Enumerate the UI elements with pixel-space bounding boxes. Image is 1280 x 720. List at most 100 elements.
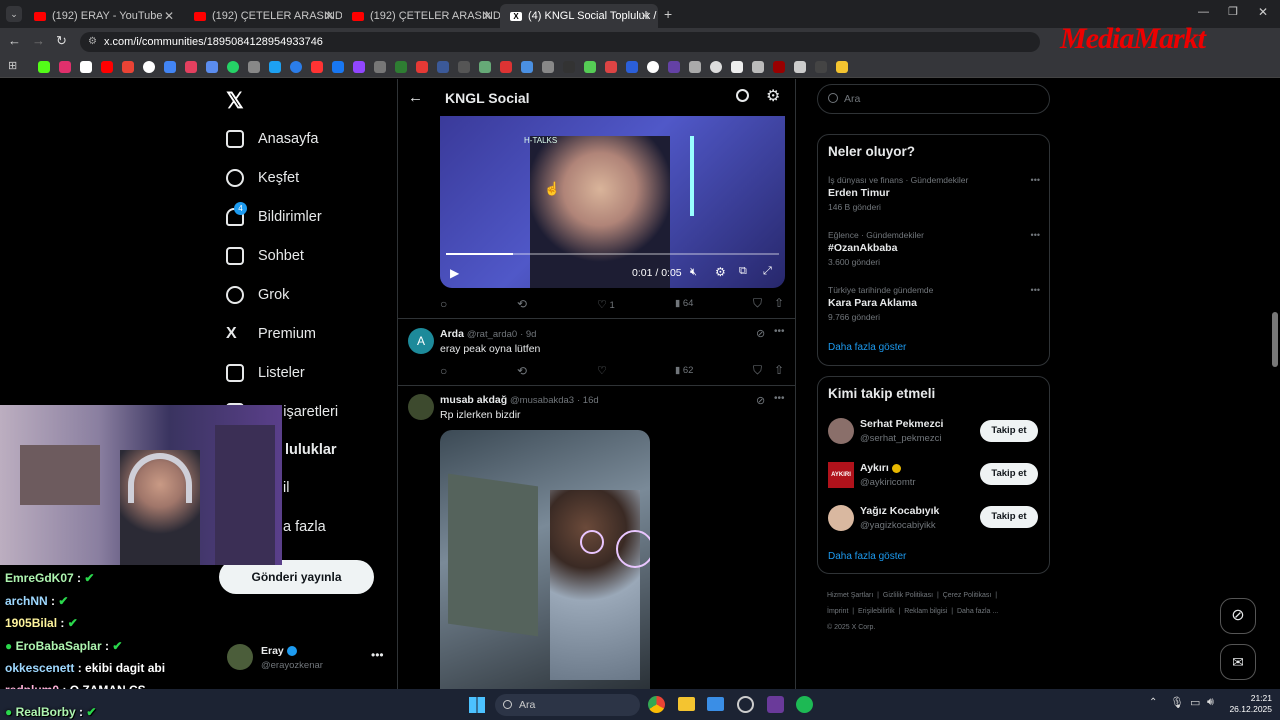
bookmark-icon[interactable] <box>437 61 449 73</box>
author-name[interactable]: musab akdağ <box>440 394 507 406</box>
bookmark-icon[interactable] <box>101 61 113 73</box>
nav-more[interactable]: a fazla <box>283 519 326 535</box>
bookmark-icon[interactable] <box>815 61 827 73</box>
app-icon[interactable] <box>767 696 784 713</box>
close-icon[interactable]: ✕ <box>324 9 334 23</box>
more-icon[interactable]: ••• <box>1031 285 1040 295</box>
back-icon[interactable]: ← <box>408 89 423 106</box>
new-tab-button[interactable]: + <box>664 6 672 22</box>
trend-item[interactable]: Eğlence · Gündemdekiler #OzanAkbaba 3.60… <box>828 230 1040 267</box>
bookmark-icon[interactable] <box>626 61 638 73</box>
show-more-link[interactable]: Daha fazla göster <box>828 551 906 562</box>
more-icon[interactable]: ••• <box>774 393 785 404</box>
post-musab[interactable]: musab akdağ @musabakda3 · 16d Rp izlerke… <box>398 386 796 689</box>
bookmark-icon[interactable] <box>731 61 743 73</box>
views-button[interactable]: ▮ 64 <box>675 298 693 309</box>
bookmark-icon[interactable] <box>227 61 239 73</box>
bookmark-icon[interactable] <box>605 61 617 73</box>
bookmark-icon[interactable] <box>290 61 302 73</box>
apps-icon[interactable]: ⊞ <box>8 59 17 72</box>
trend-item[interactable]: İş dünyası ve finans · Gündemdekiler Erd… <box>828 175 1040 212</box>
bookmark-icon[interactable] <box>374 61 386 73</box>
bookmark-icon[interactable] <box>311 61 323 73</box>
tab-eray-youtube[interactable]: (192) ERAY - YouTube ✕ <box>24 4 182 28</box>
chrome-icon[interactable] <box>648 696 665 713</box>
more-icon[interactable]: ••• <box>371 648 384 662</box>
footer-link[interactable]: Gizlilik Politikası <box>883 592 933 599</box>
post-arda[interactable]: A Arda @rat_arda0 · 9d eray peak oyna lü… <box>398 319 796 385</box>
tray-chevron-icon[interactable]: ⌃ <box>1149 697 1157 708</box>
nav-grok[interactable]: Grok <box>226 286 289 304</box>
repost-icon[interactable]: ⟲ <box>517 364 527 378</box>
bookmark-icon[interactable] <box>416 61 428 73</box>
show-more-link[interactable]: Daha fazla göster <box>828 342 906 353</box>
close-icon[interactable]: ✕ <box>640 9 650 23</box>
video-player[interactable]: H-TALKS ▶ 0:01 / 0:05 🔇︎ ⚙ ⧉ ⤢ <box>440 116 785 288</box>
follow-button[interactable]: Takip et <box>980 420 1038 442</box>
bookmark-icon[interactable] <box>38 61 50 73</box>
close-icon[interactable]: ✕ <box>482 9 492 23</box>
reply-icon[interactable]: ○ <box>440 364 447 378</box>
gear-icon[interactable]: ⚙ <box>766 86 780 106</box>
bookmark-icon[interactable] <box>80 61 92 73</box>
bookmark-icon[interactable] <box>689 61 701 73</box>
reply-icon[interactable]: ○ <box>440 297 447 311</box>
footer-link[interactable]: İmprint <box>827 608 848 615</box>
account-switcher[interactable]: Eray @erayozkenar ••• <box>227 644 387 674</box>
tab-ceteler-1[interactable]: (192) ÇETELER ARASINDA GERG ✕ <box>184 4 342 28</box>
footer-link[interactable]: Reklam bilgisi <box>904 608 947 615</box>
grok-icon[interactable]: ⊘ <box>756 394 765 407</box>
author-handle[interactable]: @musabakda3 <box>510 395 574 406</box>
share-icon[interactable]: ⇧ <box>774 296 784 310</box>
share-icon[interactable]: ⇧ <box>774 363 784 377</box>
follow-name[interactable]: Serhat Pekmezci <box>860 418 943 430</box>
avatar[interactable] <box>828 418 854 444</box>
avatar[interactable]: AYKIRI <box>828 462 854 488</box>
bookmark-icon[interactable] <box>269 61 281 73</box>
video-progress-track[interactable] <box>446 253 779 255</box>
more-icon[interactable]: ••• <box>774 326 785 337</box>
bookmark-icon[interactable] <box>668 61 680 73</box>
more-icon[interactable]: ••• <box>1031 175 1040 185</box>
photos-icon[interactable] <box>707 697 724 711</box>
nav-lists[interactable]: Listeler <box>226 364 305 382</box>
repost-icon[interactable]: ⟲ <box>517 297 527 311</box>
fullscreen-icon[interactable]: ⤢ <box>763 265 772 278</box>
bookmark-icon[interactable] <box>185 61 197 73</box>
avatar[interactable] <box>828 505 854 531</box>
footer-link[interactable]: Daha fazla ... <box>957 608 998 615</box>
more-icon[interactable]: ••• <box>1031 230 1040 240</box>
post-button[interactable]: Gönderi yayınla <box>219 560 374 594</box>
taskbar-search[interactable]: Ara <box>495 694 640 716</box>
pip-icon[interactable]: ⧉ <box>739 265 747 278</box>
site-info-icon[interactable]: ⚙ <box>88 32 97 52</box>
nav-profile[interactable]: il <box>283 480 289 496</box>
follow-button[interactable]: Takip et <box>980 463 1038 485</box>
heart-icon[interactable]: ♡ <box>597 364 607 377</box>
search-icon[interactable] <box>736 89 749 102</box>
follow-button[interactable]: Takip et <box>980 506 1038 528</box>
spotify-icon[interactable] <box>796 696 813 713</box>
author-name[interactable]: Arda <box>440 328 464 340</box>
bookmark-icon[interactable] <box>332 61 344 73</box>
reload-icon[interactable]: ↻ <box>56 33 67 49</box>
nav-communities[interactable]: luluklar <box>285 442 337 458</box>
back-icon[interactable]: ← <box>8 33 21 48</box>
footer-link[interactable]: Çerez Politikası <box>943 592 992 599</box>
bookmark-icon[interactable] <box>794 61 806 73</box>
bookmark-icon[interactable]: ⛉ <box>753 363 762 378</box>
messages-fab[interactable]: ✉ <box>1220 644 1256 680</box>
minimize-button[interactable]: — <box>1198 6 1209 18</box>
author-handle[interactable]: @rat_arda0 <box>467 329 517 340</box>
nav-chat[interactable]: Sohbet <box>226 247 304 265</box>
trend-item[interactable]: Türkiye tarihinde gündemde Kara Para Akl… <box>828 285 1040 322</box>
follow-name[interactable]: Yağız Kocabıyık <box>860 505 939 517</box>
bookmark-icon[interactable] <box>521 61 533 73</box>
bookmark-icon[interactable] <box>206 61 218 73</box>
views-button[interactable]: ▮ 62 <box>675 365 693 376</box>
tab-kngl-social[interactable]: X (4) KNGL Social Topluluk / X ✕ <box>500 4 658 28</box>
grok-icon[interactable]: ⊘ <box>756 327 765 340</box>
grok-fab[interactable]: ⊘ <box>1220 598 1256 634</box>
nav-explore[interactable]: Keşfet <box>226 169 299 187</box>
bookmark-icon[interactable] <box>353 61 365 73</box>
